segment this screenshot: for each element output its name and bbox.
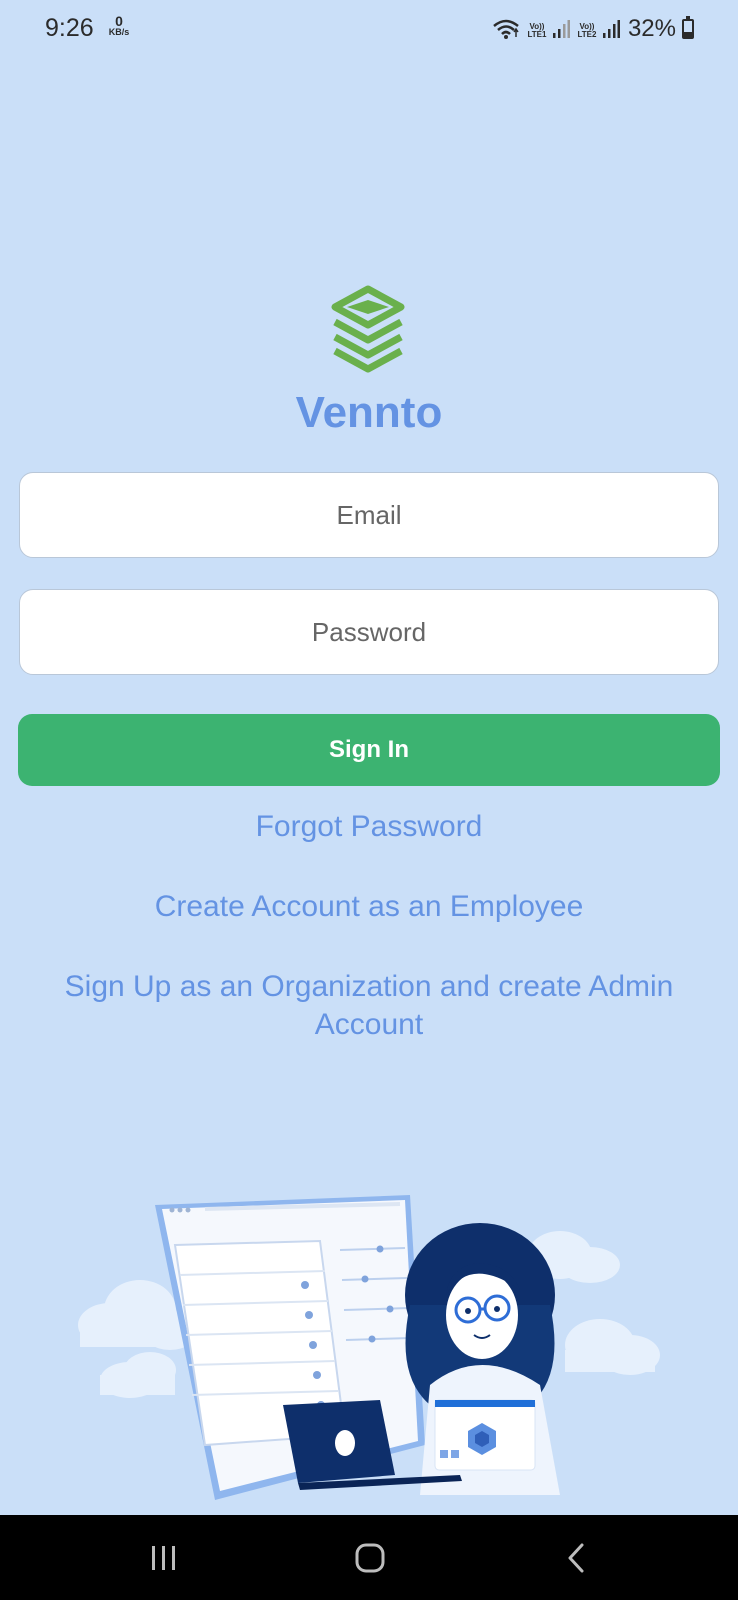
login-illustration: [78, 1195, 660, 1500]
app-logo-icon: [331, 285, 405, 373]
data-rate-unit: KB/s: [108, 27, 130, 37]
password-field[interactable]: [20, 589, 718, 675]
home-button[interactable]: [340, 1535, 400, 1581]
woman-illustration: [405, 1223, 560, 1495]
back-icon: [568, 1543, 584, 1573]
home-icon: [355, 1543, 385, 1573]
sim1-signal: Vo)) LTE1: [524, 19, 570, 39]
data-rate-value: 0: [115, 13, 123, 29]
battery-icon: [682, 16, 694, 39]
forgot-password-link[interactable]: Forgot Password: [20, 808, 718, 846]
signup-organization-link[interactable]: Sign Up as an Organization and create Ad…: [20, 968, 718, 1044]
back-button[interactable]: [546, 1535, 606, 1581]
sim2-signal: Vo)) LTE2: [574, 19, 620, 39]
status-icons: Vo)) LTE1 Vo)) LTE2 32%: [492, 14, 694, 44]
sim1-label: Vo)) LTE1: [527, 22, 547, 39]
sign-in-button[interactable]: Sign In: [18, 714, 720, 786]
email-field-container: [19, 472, 719, 558]
data-rate-indicator: 0 KB/s: [104, 14, 134, 37]
status-bar: 9:26 0 KB/s Vo)) LTE1 Vo)) LTE2 32%: [0, 0, 738, 58]
recents-button[interactable]: [134, 1535, 194, 1581]
password-field-container: [19, 589, 719, 675]
email-field[interactable]: [20, 472, 718, 558]
recents-icon: [152, 1546, 175, 1570]
battery-percent: 32%: [627, 15, 676, 42]
navigation-bar: [0, 1515, 738, 1600]
signal-bars-icon: [602, 20, 620, 38]
app-name: Vennto: [295, 388, 443, 437]
create-employee-account-link[interactable]: Create Account as an Employee: [20, 888, 718, 926]
status-time: 9:26: [45, 14, 94, 42]
wifi-icon: [493, 19, 519, 39]
sim2-label: Vo)) LTE2: [577, 22, 597, 39]
signal-bars-icon: [552, 20, 570, 38]
